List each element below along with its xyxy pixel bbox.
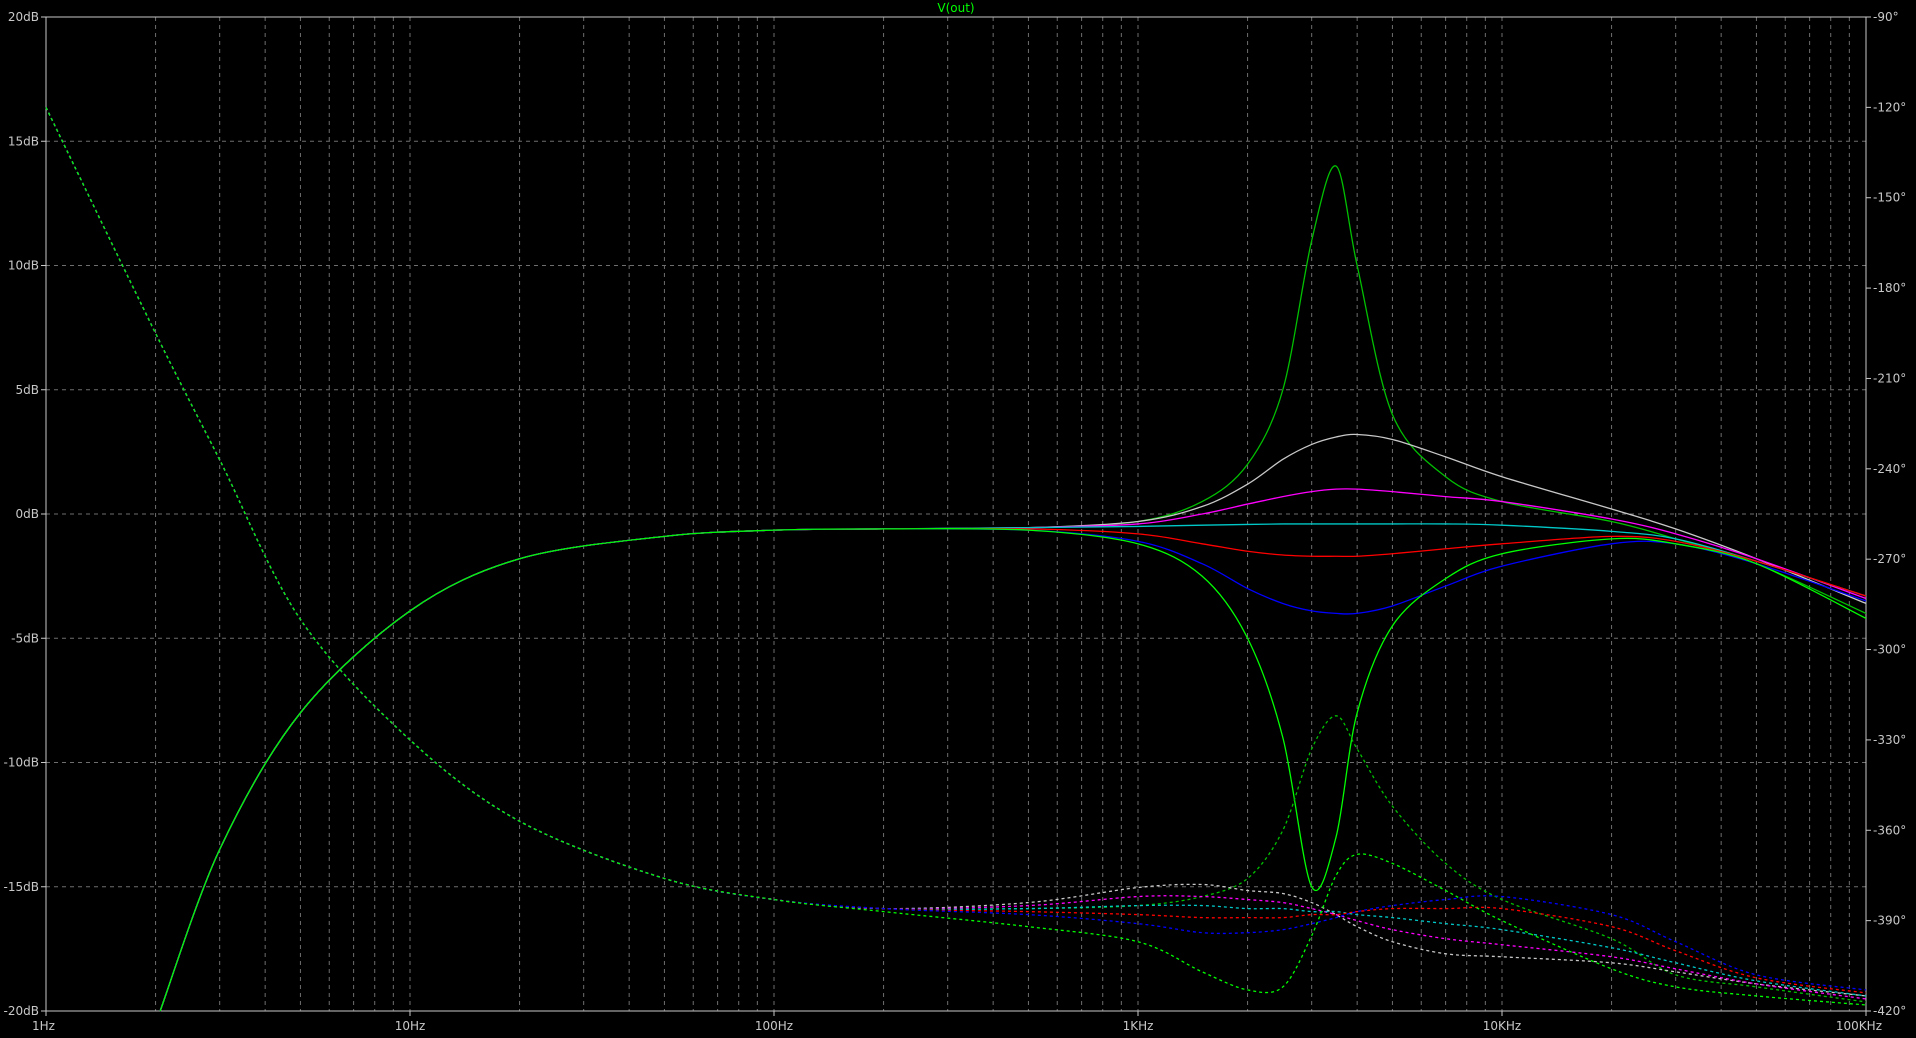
y-tick-label: -15dB <box>4 880 39 894</box>
x-tick-label: 100KHz <box>1836 1019 1882 1033</box>
y-tick-label: -10dB <box>4 756 39 770</box>
y-tick-label: -20dB <box>4 1004 39 1018</box>
y-tick-label: 10dB <box>8 259 39 273</box>
y2-tick-label: -270° <box>1873 552 1906 566</box>
x-tick-label: 10KHz <box>1483 1019 1521 1033</box>
plot-background <box>0 0 1916 1038</box>
y2-tick-label: -210° <box>1873 371 1906 385</box>
x-tick-label: 1Hz <box>32 1019 55 1033</box>
y2-tick-label: -90° <box>1873 10 1899 24</box>
y2-tick-label: -150° <box>1873 191 1906 205</box>
y2-tick-label: -330° <box>1873 733 1906 747</box>
y2-tick-label: -240° <box>1873 462 1906 476</box>
y-tick-label: -5dB <box>11 631 39 645</box>
y2-tick-label: -390° <box>1873 914 1906 928</box>
chart-title: V(out) <box>937 1 974 15</box>
y2-tick-label: -420° <box>1873 1004 1906 1018</box>
bode-plot: V(out) 20dB 15dB 10dB 5dB 0dB -5dB -10dB -15dB -… <box>0 0 1916 1038</box>
y2-tick-label: -120° <box>1873 100 1906 114</box>
y2-tick-label: -360° <box>1873 823 1906 837</box>
x-tick-label: 1KHz <box>1123 1019 1154 1033</box>
x-tick-label: 10Hz <box>395 1019 426 1033</box>
y-tick-label: 0dB <box>16 507 39 521</box>
y2-tick-label: -300° <box>1873 643 1906 657</box>
x-tick-label: 100Hz <box>755 1019 793 1033</box>
y-tick-label: 15dB <box>8 134 39 148</box>
y2-tick-label: -180° <box>1873 281 1906 295</box>
y-tick-label: 5dB <box>16 383 39 397</box>
y-tick-label: 20dB <box>8 10 39 24</box>
